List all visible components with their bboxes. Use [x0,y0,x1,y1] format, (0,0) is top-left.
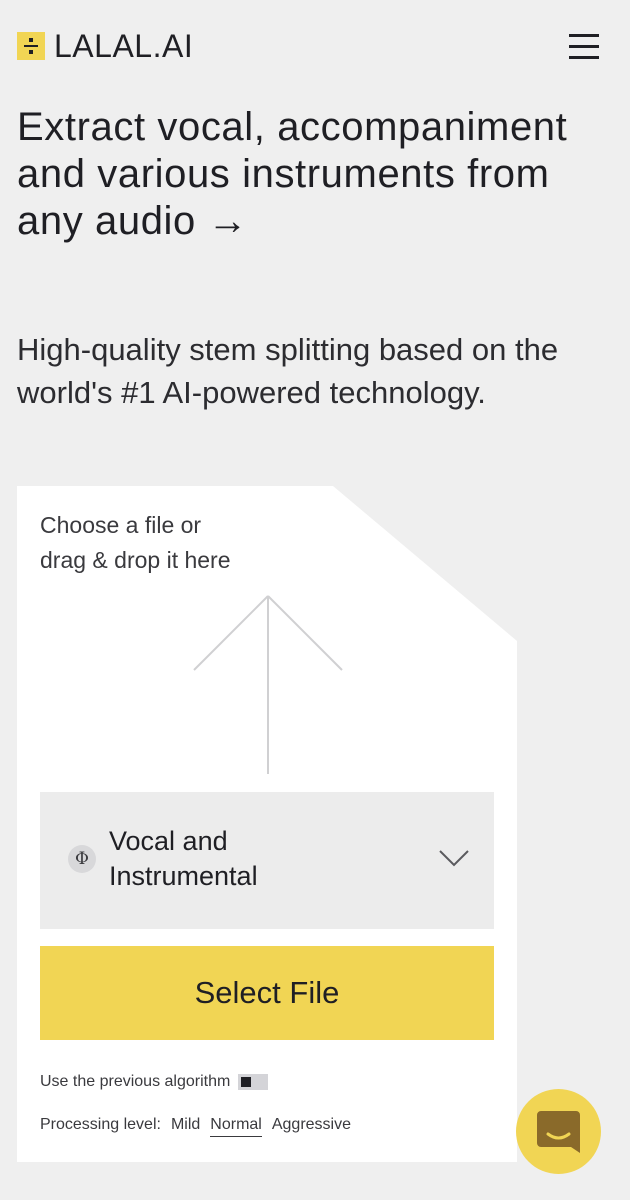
logo[interactable]: LALAL.AI [17,28,193,64]
site-header: LALAL.AI [0,0,630,92]
chat-icon [537,1111,580,1153]
processing-level-mild[interactable]: Mild [171,1116,200,1134]
chat-button[interactable] [516,1089,601,1174]
hamburger-menu-icon[interactable] [569,34,599,60]
upload-card[interactable]: Choose a file or drag & drop it here Φ V… [17,486,517,1162]
stem-type-selected-value: Vocal and Instrumental [109,826,258,891]
stem-type-icon: Φ [68,845,96,873]
stem-type-select[interactable]: Φ Vocal and Instrumental [40,792,494,929]
previous-algorithm-label: Use the previous algorithm [40,1073,231,1090]
processing-level-normal[interactable]: Normal [210,1116,262,1137]
logo-text: LALAL.AI [54,28,194,64]
select-file-button[interactable]: Select File [40,946,494,1040]
previous-algorithm-toggle[interactable] [238,1074,269,1090]
previous-algorithm-row: Use the previous algorithm [40,1073,269,1091]
upload-arrow-icon [193,595,343,774]
logo-icon [17,32,45,60]
processing-level-row: Processing level: Mild Normal Aggressive [40,1116,351,1137]
chevron-down-icon [439,850,469,867]
processing-level-label: Processing level: [40,1116,161,1133]
drop-zone-text: Choose a file or drag & drop it here [40,512,231,573]
processing-level-aggressive[interactable]: Aggressive [272,1116,351,1134]
page-headline: Extract vocal, accompaniment and various… [17,105,568,243]
page-subheadline: High-quality stem splitting based on the… [17,332,559,410]
